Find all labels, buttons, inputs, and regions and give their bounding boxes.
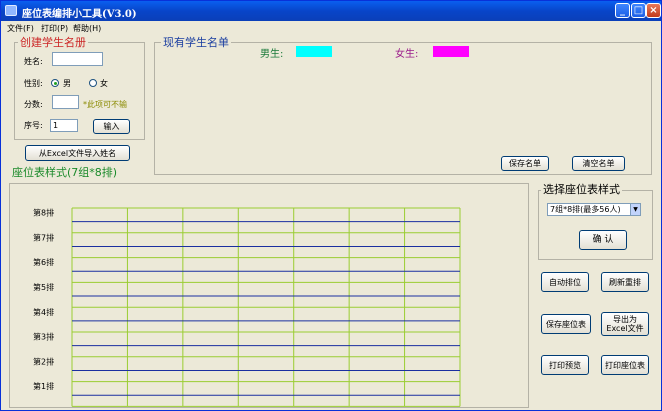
score-label: 分数: <box>24 100 43 109</box>
save-roster-button[interactable]: 保存名单 <box>501 156 549 171</box>
minimize-button[interactable]: _ <box>615 3 630 18</box>
print-preview-button[interactable]: 打印预览 <box>541 355 589 375</box>
menu-print[interactable]: 打印(P) <box>41 23 68 34</box>
menu-file[interactable]: 文件(F) <box>7 23 34 34</box>
menu-help[interactable]: 帮助(H) <box>73 23 101 34</box>
female-radio[interactable] <box>89 79 97 87</box>
name-label: 姓名: <box>24 57 43 66</box>
export-excel-button[interactable]: 导出为 Excel文件 <box>601 312 649 336</box>
auto-arrange-button[interactable]: 自动排位 <box>541 272 589 292</box>
row-label: 第5排 <box>33 282 54 292</box>
female-count-label: 女生: <box>395 49 419 60</box>
title-bar[interactable]: 座位表编排小工具(V3.0) _ □ × <box>1 1 661 21</box>
menu-bar: 文件(F) 打印(P) 帮助(H) <box>1 21 661 35</box>
male-radio-label[interactable]: 男 <box>63 78 71 89</box>
seat-table-area: 第8排第7排第6排第5排第4排第3排第2排第1排 <box>9 183 529 408</box>
female-radio-label[interactable]: 女 <box>100 78 108 89</box>
style-select[interactable]: 7组*8排(最多56人) ▼ <box>547 203 641 216</box>
male-radio[interactable] <box>51 79 59 87</box>
clear-roster-button[interactable]: 清空名单 <box>572 156 625 171</box>
existing-roster-title: 现有学生名单 <box>161 34 231 50</box>
refresh-rearrange-button[interactable]: 刷新重排 <box>601 272 649 292</box>
export-line2: Excel文件 <box>606 324 644 333</box>
female-color-swatch <box>433 46 469 57</box>
row-label: 第1排 <box>33 381 54 391</box>
seat-style-title: 座位表样式(7组*8排) <box>10 164 120 180</box>
row-label: 第4排 <box>33 307 54 317</box>
name-input[interactable] <box>52 52 103 66</box>
row-label: 第3排 <box>33 332 54 342</box>
seq-input[interactable]: 1 <box>50 119 78 132</box>
row-label: 第6排 <box>33 257 54 267</box>
window-title: 座位表编排小工具(V3.0) <box>22 9 137 20</box>
chevron-down-icon[interactable]: ▼ <box>630 204 640 215</box>
import-excel-button[interactable]: 从Excel文件导入姓名 <box>25 145 130 161</box>
seat-grid: 第8排第7排第6排第5排第4排第3排第2排第1排 <box>33 207 461 407</box>
save-seat-table-button[interactable]: 保存座位表 <box>541 314 591 334</box>
app-icon <box>5 5 17 16</box>
row-label: 第2排 <box>33 356 54 366</box>
seq-label: 序号: <box>24 121 43 130</box>
input-button[interactable]: 输入 <box>93 119 130 134</box>
maximize-button[interactable]: □ <box>631 3 646 18</box>
export-line1: 导出为 <box>613 315 637 324</box>
confirm-button[interactable]: 确 认 <box>579 230 627 250</box>
close-button[interactable]: × <box>646 3 661 18</box>
choose-style-title: 选择座位表样式 <box>541 181 622 197</box>
app-window: 座位表编排小工具(V3.0) _ □ × 文件(F) 打印(P) 帮助(H) 创… <box>0 0 662 411</box>
gender-label: 性别: <box>24 79 43 88</box>
print-seat-table-button[interactable]: 打印座位表 <box>601 355 649 375</box>
male-count-label: 男生: <box>260 49 284 60</box>
male-color-swatch <box>296 46 332 57</box>
score-hint: *此项可不输 <box>83 100 127 109</box>
score-input[interactable] <box>52 95 79 109</box>
create-roster-title: 创建学生名册 <box>18 34 88 50</box>
style-select-value: 7组*8排(最多56人) <box>550 205 621 214</box>
row-label: 第8排 <box>33 208 54 218</box>
row-label: 第7排 <box>33 232 54 242</box>
